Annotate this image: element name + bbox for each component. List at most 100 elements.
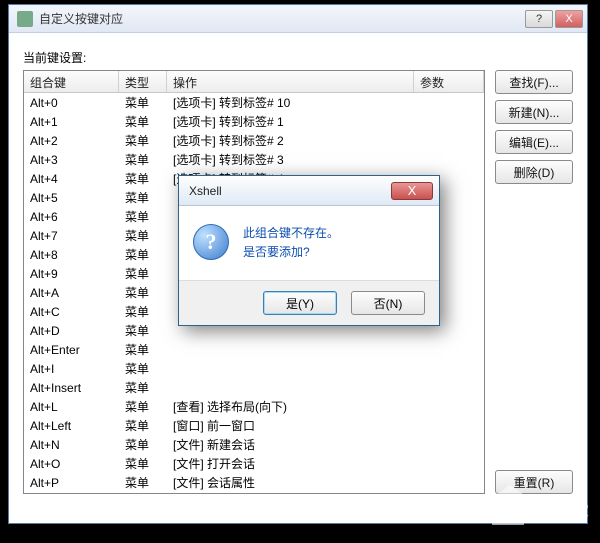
cell-param <box>414 102 484 104</box>
cell-key: Alt+D <box>24 323 119 339</box>
cell-key: Alt+5 <box>24 190 119 206</box>
cell-action <box>167 368 414 370</box>
cell-type: 菜单 <box>119 416 167 435</box>
cell-key: Alt+8 <box>24 247 119 263</box>
table-row[interactable]: Alt+3菜单[选项卡] 转到标签# 3 <box>24 150 484 169</box>
table-row[interactable]: Alt+I菜单 <box>24 359 484 378</box>
col-param[interactable]: 参数 <box>414 71 484 92</box>
no-button[interactable]: 否(N) <box>351 291 425 315</box>
section-label: 当前键设置: <box>23 49 573 66</box>
modal-titlebar[interactable]: Xshell X <box>179 176 439 206</box>
cell-action: [文件] 新建会话 <box>167 435 414 454</box>
cell-param <box>414 121 484 123</box>
cell-key: Alt+L <box>24 399 119 415</box>
table-row[interactable]: Alt+O菜单[文件] 打开会话 <box>24 454 484 473</box>
modal-actions: 是(Y) 否(N) <box>179 280 439 325</box>
cell-type: 菜单 <box>119 169 167 188</box>
cell-key: Alt+1 <box>24 114 119 130</box>
cell-param <box>414 140 484 142</box>
cell-action: [文件] 会话属性 <box>167 473 414 492</box>
table-row[interactable]: Alt+1菜单[选项卡] 转到标签# 1 <box>24 112 484 131</box>
cell-param <box>414 406 484 408</box>
delete-button[interactable]: 删除(D) <box>495 160 573 184</box>
app-icon <box>17 11 33 27</box>
cell-key: Alt+Enter <box>24 342 119 358</box>
cell-action <box>167 349 414 351</box>
cell-param <box>414 482 484 484</box>
cell-key: Alt+A <box>24 285 119 301</box>
cell-type: 菜单 <box>119 245 167 264</box>
cell-type: 菜单 <box>119 302 167 321</box>
edit-button[interactable]: 编辑(E)... <box>495 130 573 154</box>
new-button[interactable]: 新建(N)... <box>495 100 573 124</box>
cell-type: 菜单 <box>119 93 167 112</box>
cell-type: 菜单 <box>119 321 167 340</box>
table-header: 组合键 类型 操作 参数 <box>24 71 484 93</box>
cell-type: 菜单 <box>119 207 167 226</box>
cell-type: 菜单 <box>119 492 167 494</box>
yes-button[interactable]: 是(Y) <box>263 291 337 315</box>
table-row[interactable]: Alt+Enter菜单 <box>24 340 484 359</box>
cell-action: [窗口] 前一窗口 <box>167 416 414 435</box>
table-row[interactable]: Alt+L菜单[查看] 选择布局(向下) <box>24 397 484 416</box>
help-button[interactable]: ? <box>525 10 553 28</box>
table-row[interactable]: Alt+Insert菜单 <box>24 378 484 397</box>
dialog-title: 自定义按键对应 <box>39 10 525 27</box>
modal-body: ? 此组合键不存在。 是否要添加? <box>179 206 439 280</box>
confirm-dialog: Xshell X ? 此组合键不存在。 是否要添加? 是(Y) 否(N) <box>178 175 440 326</box>
modal-line1: 此组合键不存在。 <box>243 224 339 243</box>
cell-key: Alt+C <box>24 304 119 320</box>
cell-key: Alt+2 <box>24 133 119 149</box>
col-key[interactable]: 组合键 <box>24 71 119 92</box>
cell-type: 菜单 <box>119 340 167 359</box>
question-mark: ? <box>206 229 217 255</box>
modal-close-button[interactable]: X <box>391 182 433 200</box>
side-buttons: 查找(F)... 新建(N)... 编辑(E)... 删除(D) 重置(R) <box>495 70 573 494</box>
question-icon: ? <box>193 224 229 260</box>
cell-type: 菜单 <box>119 473 167 492</box>
cell-key: Alt+0 <box>24 95 119 111</box>
table-row[interactable]: Alt+R菜单[查看] 透明 <box>24 492 484 494</box>
cell-param <box>414 159 484 161</box>
watermark: 系统之家 <box>492 497 590 525</box>
col-type[interactable]: 类型 <box>119 71 167 92</box>
col-action[interactable]: 操作 <box>167 71 414 92</box>
cell-type: 菜单 <box>119 188 167 207</box>
cell-action <box>167 330 414 332</box>
cell-key: Alt+4 <box>24 171 119 187</box>
cell-type: 菜单 <box>119 131 167 150</box>
cell-type: 菜单 <box>119 283 167 302</box>
cell-type: 菜单 <box>119 378 167 397</box>
modal-line2: 是否要添加? <box>243 243 339 262</box>
cell-key: Alt+N <box>24 437 119 453</box>
cell-type: 菜单 <box>119 264 167 283</box>
house-icon <box>492 497 524 525</box>
window-controls: ? X <box>525 10 583 28</box>
dialog-titlebar[interactable]: 自定义按键对应 ? X <box>9 5 587 33</box>
cell-param <box>414 349 484 351</box>
table-row[interactable]: Alt+N菜单[文件] 新建会话 <box>24 435 484 454</box>
table-row[interactable]: Alt+2菜单[选项卡] 转到标签# 2 <box>24 131 484 150</box>
table-row[interactable]: Alt+P菜单[文件] 会话属性 <box>24 473 484 492</box>
cell-action: [文件] 打开会话 <box>167 454 414 473</box>
cell-action <box>167 387 414 389</box>
cell-key: Alt+R <box>24 494 119 495</box>
cell-key: Alt+6 <box>24 209 119 225</box>
table-row[interactable]: Alt+Left菜单[窗口] 前一窗口 <box>24 416 484 435</box>
cell-key: Alt+P <box>24 475 119 491</box>
cell-type: 菜单 <box>119 435 167 454</box>
find-button[interactable]: 查找(F)... <box>495 70 573 94</box>
cell-param <box>414 368 484 370</box>
cell-param <box>414 387 484 389</box>
cell-key: Alt+9 <box>24 266 119 282</box>
cell-key: Alt+I <box>24 361 119 377</box>
cell-type: 菜单 <box>119 359 167 378</box>
cell-action: [选项卡] 转到标签# 10 <box>167 93 414 112</box>
cell-param <box>414 444 484 446</box>
cell-type: 菜单 <box>119 112 167 131</box>
modal-message: 此组合键不存在。 是否要添加? <box>243 224 339 262</box>
cell-type: 菜单 <box>119 454 167 473</box>
cell-action: [选项卡] 转到标签# 2 <box>167 131 414 150</box>
table-row[interactable]: Alt+0菜单[选项卡] 转到标签# 10 <box>24 93 484 112</box>
close-button[interactable]: X <box>555 10 583 28</box>
